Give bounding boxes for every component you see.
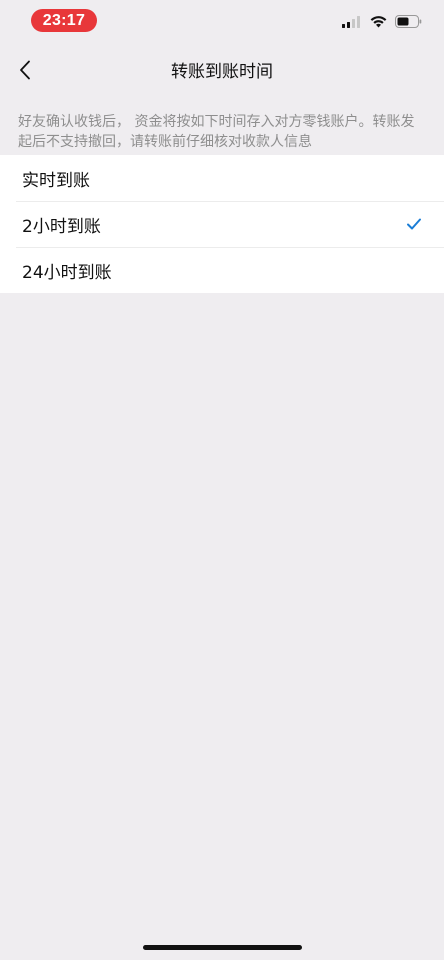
wifi-icon bbox=[370, 13, 387, 32]
option-realtime[interactable]: 实时到账 bbox=[0, 155, 444, 201]
status-icons bbox=[342, 14, 422, 30]
cellular-signal-icon bbox=[342, 13, 362, 32]
back-button[interactable] bbox=[10, 54, 40, 90]
status-time: 23:17 bbox=[31, 9, 97, 32]
chevron-left-icon bbox=[19, 60, 31, 84]
navigation-bar: 转账到账时间 bbox=[0, 48, 444, 96]
option-label: 实时到账 bbox=[22, 170, 90, 191]
arrival-time-options: 实时到账 2小时到账 24小时到账 bbox=[0, 155, 444, 293]
option-24-hours[interactable]: 24小时到账 bbox=[0, 247, 444, 293]
option-label: 2小时到账 bbox=[22, 216, 101, 237]
transfer-time-description: 好友确认收钱后， 资金将按如下时间存入对方零钱账户。转账发起后不支持撤回，请转账… bbox=[18, 114, 415, 150]
option-label: 24小时到账 bbox=[22, 262, 112, 283]
page-title: 转账到账时间 bbox=[171, 62, 273, 82]
battery-icon bbox=[395, 13, 422, 32]
option-2-hours[interactable]: 2小时到账 bbox=[0, 201, 444, 247]
status-bar: 23:17 bbox=[0, 0, 444, 44]
home-indicator bbox=[143, 945, 302, 950]
checkmark-icon bbox=[406, 216, 422, 232]
